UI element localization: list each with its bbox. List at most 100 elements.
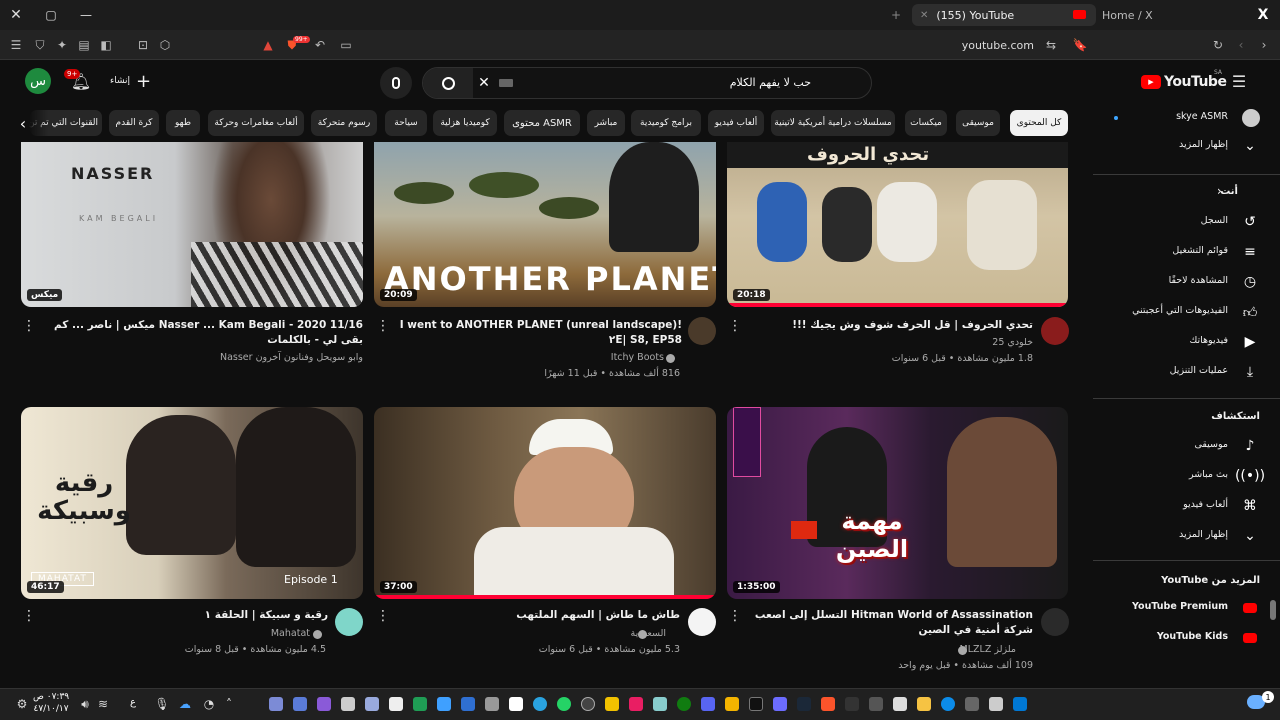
cast-icon[interactable]: ▭ xyxy=(338,37,354,53)
bookmark-icon[interactable]: 🔖 xyxy=(1072,37,1088,53)
video-thumbnail[interactable]: ANOTHER PLANET 20:09 xyxy=(374,142,716,307)
create-button[interactable]: إنشاء + xyxy=(110,69,158,93)
site-settings-icon[interactable]: ⇆ xyxy=(1043,37,1059,53)
more-actions-icon[interactable]: ⋮ xyxy=(22,609,36,625)
app-icon[interactable] xyxy=(893,697,907,711)
chip-music[interactable]: موسيقى xyxy=(956,110,1000,136)
you-heading[interactable]: أنت xyxy=(1220,186,1238,197)
reader-icon[interactable]: ▤ xyxy=(76,37,92,53)
app-icon[interactable] xyxy=(269,697,283,711)
search-taskbar-icon[interactable] xyxy=(989,697,1003,711)
account-avatar[interactable]: س xyxy=(25,68,51,94)
app-icon[interactable] xyxy=(437,697,451,711)
chip-football[interactable]: كرة القدم xyxy=(109,110,159,136)
video-channel[interactable]: ملزلز MLZLZ xyxy=(746,642,1016,657)
channel-avatar[interactable] xyxy=(1041,317,1069,345)
screenshot-icon[interactable]: ⊡ xyxy=(135,37,151,53)
video-thumbnail[interactable]: NASSER KAM BEGALI ميكس xyxy=(21,142,363,307)
mic-tray-icon[interactable]: 🎙︎ xyxy=(154,697,169,711)
search-box[interactable]: ✕ حب لا يفهم الكلام xyxy=(422,67,872,99)
back-icon[interactable]: › xyxy=(1256,37,1272,53)
sidebar-item-premium[interactable]: YouTube Premium xyxy=(1100,594,1270,622)
chip-tourism[interactable]: سياحة xyxy=(385,110,427,136)
sidebar-item-show-more[interactable]: إظهار المزيد ⌄ xyxy=(1100,522,1270,550)
video-thumbnail[interactable]: تحدي الحروف 20:18 xyxy=(727,142,1068,307)
chip-action-adventure[interactable]: ألعاب مغامرات وحركة xyxy=(208,110,304,136)
more-actions-icon[interactable]: ⋮ xyxy=(22,319,36,335)
video-title[interactable]: Nasser ... Kam Begali - 2020 11/16 ميكس … xyxy=(40,318,363,348)
chevron-left-icon[interactable]: ‹ xyxy=(12,112,34,134)
more-actions-icon[interactable]: ⋮ xyxy=(376,319,390,335)
chip-comedy-shows[interactable]: برامج كوميدية xyxy=(631,110,701,136)
shield-icon[interactable]: ⛉ xyxy=(32,37,48,53)
sidebar-item-live[interactable]: بث مباشر ((•)) xyxy=(1100,462,1270,490)
chip-live[interactable]: مباشر xyxy=(587,110,625,136)
url-text[interactable]: youtube.com xyxy=(950,39,1034,52)
app-icon[interactable] xyxy=(965,697,979,711)
settings-icon[interactable]: ⚙ xyxy=(14,696,30,712)
app-icon[interactable] xyxy=(341,697,355,711)
chip-all[interactable]: كل المحتوى xyxy=(1010,110,1068,136)
video-channel[interactable]: Itchy Boots xyxy=(394,350,664,365)
minimize-icon[interactable]: — xyxy=(78,7,94,23)
chip-mixes[interactable]: ميكسات xyxy=(905,110,947,136)
app-icon[interactable] xyxy=(461,697,475,711)
volume-icon[interactable]: 🔊︎ xyxy=(78,697,92,711)
search-input[interactable]: حب لا يفهم الكلام xyxy=(730,76,811,89)
puzzle-icon[interactable]: ✦ xyxy=(54,37,70,53)
edge-icon[interactable] xyxy=(941,697,955,711)
video-thumbnail[interactable]: رقية وسبيكة Episode 1 MAHATAT 46:17 xyxy=(21,407,363,599)
steam-icon[interactable] xyxy=(797,697,811,711)
start-icon[interactable] xyxy=(1013,697,1027,711)
channel-avatar[interactable] xyxy=(1041,608,1069,636)
reload-icon[interactable]: ↻ xyxy=(1210,37,1226,53)
sidebar-icon[interactable]: ◧ xyxy=(98,37,114,53)
tab-youtube[interactable]: ✕ (155) YouTube xyxy=(912,4,1096,26)
video-title[interactable]: تحدي الحروف | قل الحرف شوف وش يجيك !!! xyxy=(746,318,1033,333)
sidebar-item-music[interactable]: موسيقى ♪ xyxy=(1100,432,1270,460)
rewards-icon[interactable]: ▲ xyxy=(260,37,276,53)
search-button[interactable] xyxy=(423,68,473,98)
discord-icon[interactable] xyxy=(701,697,715,711)
sidebar-item-watch-later[interactable]: المشاهدة لاحقًا ◷ xyxy=(1100,268,1270,296)
share-icon[interactable]: ↶ xyxy=(312,37,328,53)
channel-avatar[interactable] xyxy=(688,608,716,636)
sidebar-item-gaming[interactable]: ألعاب فيديو ⌘ xyxy=(1100,492,1270,520)
chip-cooking[interactable]: طهو xyxy=(166,110,200,136)
sidebar-item-downloads[interactable]: عمليات التنزيل ⤓ xyxy=(1100,358,1270,386)
app-icon[interactable] xyxy=(365,697,379,711)
app-icon[interactable] xyxy=(773,697,787,711)
keyboard-icon[interactable] xyxy=(499,79,513,87)
clear-search-icon[interactable]: ✕ xyxy=(475,74,493,92)
app-icon[interactable] xyxy=(605,697,619,711)
app-icon[interactable] xyxy=(725,697,739,711)
video-thumbnail[interactable]: مهمة الصين 1:35:00 xyxy=(727,407,1068,599)
chip-asmr[interactable]: محتوى ASMR xyxy=(504,110,580,136)
video-channel[interactable]: خلودي 25 xyxy=(746,335,1033,350)
sidebar-scrollbar[interactable] xyxy=(1270,600,1276,620)
tab-close-icon[interactable]: ✕ xyxy=(920,10,928,21)
menu-icon[interactable]: ☰ xyxy=(8,37,24,53)
more-actions-icon[interactable]: ⋮ xyxy=(376,609,390,625)
voice-search-button[interactable] xyxy=(380,67,412,99)
sidebar-item-liked[interactable]: الفيديوهات التي أعجبتني 👍︎ xyxy=(1100,298,1270,326)
show-more-subscriptions[interactable]: إظهار المزيد ⌄ xyxy=(1100,132,1270,160)
chip-slapstick[interactable]: كوميديا هزلية xyxy=(433,110,497,136)
more-actions-icon[interactable]: ⋮ xyxy=(728,609,742,625)
video-title[interactable]: I went to ANOTHER PLANET (unreal landsca… xyxy=(394,318,682,348)
app-icon[interactable] xyxy=(509,697,523,711)
app-icon[interactable] xyxy=(629,697,643,711)
app-icon[interactable] xyxy=(293,697,307,711)
excel-icon[interactable] xyxy=(413,697,427,711)
video-thumbnail[interactable]: 37:00 xyxy=(374,407,716,599)
app-icon[interactable] xyxy=(845,697,859,711)
sidebar-item-history[interactable]: السجل ↺ xyxy=(1100,208,1270,236)
video-channel[interactable]: Mahatat xyxy=(40,626,310,641)
clock[interactable]: ٠٧:٣٩ ص ٤٧/١٠/١٧ xyxy=(33,691,69,715)
subscription-item[interactable]: skye ASMR xyxy=(1100,104,1270,132)
show-hidden-icons[interactable]: ˄ xyxy=(222,697,236,711)
youtube-logo[interactable]: ▶ YouTube xyxy=(1141,74,1227,90)
chip-gaming[interactable]: ألعاب فيديو xyxy=(708,110,764,136)
app-icon[interactable] xyxy=(749,697,763,711)
file-explorer-icon[interactable] xyxy=(917,697,931,711)
